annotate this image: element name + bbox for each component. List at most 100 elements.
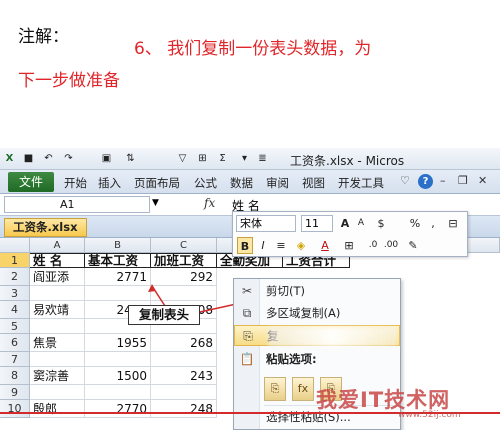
cell-b8[interactable]: 1500 [85, 367, 151, 385]
name-box[interactable]: A1 [4, 196, 150, 213]
restore-icon[interactable]: ❐ [458, 174, 468, 187]
cell-c6[interactable]: 268 [151, 334, 217, 352]
note-text-line1: 6、 我们复制一份表头数据，为 [134, 39, 372, 59]
function-icon[interactable]: fx [204, 196, 215, 210]
paste-formula-icon[interactable]: fx [292, 377, 314, 401]
minimize-icon[interactable]: – [440, 174, 446, 187]
tab-insert[interactable]: 插入 [98, 175, 121, 191]
column-header-b[interactable]: B [85, 238, 151, 253]
row-header-4[interactable]: 4 [0, 301, 30, 319]
mini-toolbar: 宋体 11 A A $ % , ⊟ B I ≡ ◈ A ⊞ .0 .00 ✎ [232, 211, 468, 257]
currency-icon[interactable]: $ [373, 215, 389, 232]
cell-c3[interactable] [151, 286, 217, 301]
tab-developer[interactable]: 开发工具 [338, 175, 384, 191]
menu-item-multi-copy[interactable]: ⧉ 多区域复制(A) [234, 303, 400, 324]
cell-b10[interactable]: 2770 [85, 400, 151, 418]
decrease-decimal-icon[interactable]: .00 [383, 237, 399, 254]
cell-c8[interactable]: 243 [151, 367, 217, 385]
window-title: 工资条.xlsx - Micros [290, 154, 405, 168]
font-color-icon[interactable]: A [317, 237, 333, 254]
row-header-2[interactable]: 2 [0, 268, 30, 286]
cell-c2[interactable]: 292 [151, 268, 217, 286]
row-header-5[interactable]: 5 [0, 319, 30, 334]
undo-icon[interactable]: ↶ [42, 152, 55, 165]
autosum-icon[interactable]: Σ [216, 152, 229, 165]
copy-header-callout: 复制表头 [128, 305, 200, 325]
cell-c10[interactable]: 248 [151, 400, 217, 418]
format-painter-icon[interactable]: ✎ [405, 237, 421, 254]
select-all-corner[interactable] [0, 238, 30, 253]
column-header-c[interactable]: C [151, 238, 217, 253]
paste-icon[interactable]: ⎘ [264, 377, 286, 401]
borders-icon[interactable]: ⊞ [196, 152, 209, 165]
quick-access-toolbar: X ■ ↶ ↷ ▣ ⇅ ▽ ⊞ Σ ▾ ≣ 工资条.xlsx - Micros [0, 148, 500, 170]
cell-b7[interactable] [85, 352, 151, 367]
redo-icon[interactable]: ↷ [62, 152, 75, 165]
row-header-3[interactable]: 3 [0, 286, 30, 301]
cell-b3[interactable] [85, 286, 151, 301]
print-preview-icon[interactable]: ▣ [100, 152, 113, 165]
grow-font-icon[interactable]: A [337, 215, 353, 232]
watermark-url: www.52ij.com [398, 410, 461, 420]
sort-icon[interactable]: ⇅ [124, 152, 137, 165]
comma-icon[interactable]: , [425, 215, 441, 232]
blurred-area [268, 327, 398, 347]
font-name-box[interactable]: 宋体 [236, 215, 296, 232]
row-header-9[interactable]: 9 [0, 385, 30, 400]
tab-page-layout[interactable]: 页面布局 [134, 175, 180, 191]
border-icon[interactable]: ⊞ [341, 237, 357, 254]
paste-icon: 📋 [239, 352, 255, 366]
bold-button[interactable]: B [237, 237, 253, 254]
close-icon[interactable]: ✕ [478, 174, 487, 187]
row-header-8[interactable]: 8 [0, 367, 30, 385]
cell-a6[interactable]: 焦景 [30, 334, 85, 352]
workbook-tab[interactable]: 工资条.xlsx [4, 218, 87, 237]
filter-icon[interactable]: ▽ [176, 152, 189, 165]
cell-a3[interactable] [30, 286, 85, 301]
excel-app-icon[interactable]: X [3, 152, 16, 165]
increase-decimal-icon[interactable]: .0 [365, 237, 381, 254]
scissors-icon: ✂ [241, 284, 253, 298]
cell-a10[interactable]: 殷郎 [30, 400, 85, 418]
paste-options-label: 粘贴选项: [266, 352, 317, 366]
tab-data[interactable]: 数据 [230, 175, 253, 191]
cell-c1[interactable]: 加班工资 [151, 253, 217, 268]
cell-c9[interactable] [151, 385, 217, 400]
fill-color-icon[interactable]: ◈ [293, 237, 309, 254]
row-header-10[interactable]: 10 [0, 400, 30, 418]
cell-c7[interactable] [151, 352, 217, 367]
tab-view[interactable]: 视图 [302, 175, 325, 191]
shrink-font-icon[interactable]: A [353, 215, 369, 232]
cell-a9[interactable] [30, 385, 85, 400]
save-icon[interactable]: ■ [22, 152, 35, 165]
row-header-1[interactable]: 1 [0, 253, 30, 268]
cell-b2[interactable]: 2771 [85, 268, 151, 286]
tab-home[interactable]: 开始 [64, 175, 87, 191]
align-center-icon[interactable]: ≡ [273, 237, 289, 254]
cell-a8[interactable]: 窦淙善 [30, 367, 85, 385]
cell-a7[interactable] [30, 352, 85, 367]
file-tab[interactable]: 文件 [8, 172, 54, 192]
cell-b6[interactable]: 1955 [85, 334, 151, 352]
italic-button[interactable]: I [255, 237, 271, 254]
column-header-a[interactable]: A [30, 238, 85, 253]
cell-a2[interactable]: 阎亚添 [30, 268, 85, 286]
customize-qat-icon[interactable]: ▾ [238, 152, 251, 165]
name-box-dropdown-icon[interactable]: ▼ [152, 198, 159, 208]
cell-b9[interactable] [85, 385, 151, 400]
cell-a4[interactable]: 易欢靖 [30, 301, 85, 319]
row-header-7[interactable]: 7 [0, 352, 30, 367]
row-header-6[interactable]: 6 [0, 334, 30, 352]
font-size-box[interactable]: 11 [301, 215, 333, 232]
cell-a1[interactable]: 姓 名 [30, 253, 85, 268]
format-icon[interactable]: ≣ [256, 152, 269, 165]
tab-review[interactable]: 审阅 [266, 175, 289, 191]
cell-a5[interactable] [30, 319, 85, 334]
heart-icon[interactable]: ♡ [400, 174, 410, 187]
tab-formulas[interactable]: 公式 [194, 175, 217, 191]
merge-icon[interactable]: ⊟ [445, 215, 461, 232]
menu-item-cut[interactable]: ✂ 剪切(T) [234, 281, 400, 302]
percent-button[interactable]: % [407, 215, 423, 232]
cell-b1[interactable]: 基本工资 [85, 253, 151, 268]
help-icon[interactable]: ? [418, 174, 433, 189]
